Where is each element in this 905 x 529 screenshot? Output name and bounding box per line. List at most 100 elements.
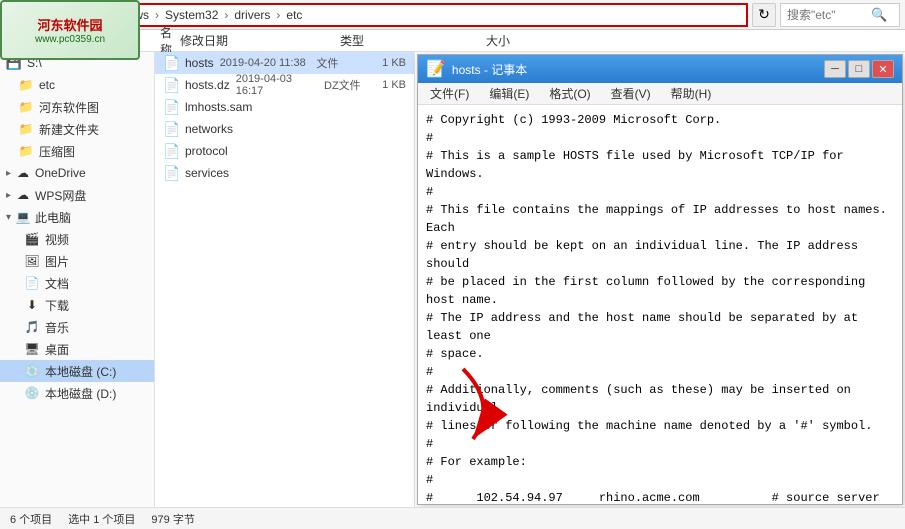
search-icon[interactable]: 🔍 xyxy=(871,7,887,23)
watermark-title: 河东软件园 xyxy=(37,15,102,34)
sidebar-item-onedrive[interactable]: ▸ ☁ OneDrive xyxy=(0,162,154,184)
notepad-text: # Copyright (c) 1993-2009 Microsoft Corp… xyxy=(426,111,894,504)
computer-icon: 💻 xyxy=(15,209,31,225)
sidebar-item-etc[interactable]: 📁 etc xyxy=(0,74,154,96)
sidebar-item-new-folder[interactable]: 📁 新建文件夹 xyxy=(0,118,154,140)
sidebar-item-video[interactable]: 🎬 视频 xyxy=(0,228,154,250)
sidebar-label-d: 本地磁盘 (D:) xyxy=(45,385,116,402)
file-name-services: services xyxy=(185,166,406,180)
file-icon-services: 📄 xyxy=(163,165,179,182)
sidebar-item-c-drive[interactable]: 💿 本地磁盘 (C:) xyxy=(0,360,154,382)
sep-2: › xyxy=(155,8,159,22)
expand-arrow: ▸ xyxy=(6,168,11,179)
sidebar: 💾 S:\ 📁 etc 📁 河东软件图 📁 新建文件夹 📁 压缩图 ▸ ☁ xyxy=(0,52,155,507)
folder-icon-pictures: 🖼 xyxy=(24,253,40,269)
folder-icon-music: 🎵 xyxy=(24,319,40,335)
file-item-hosts-dz[interactable]: 📄 hosts.dz 2019-04-03 16:17 DZ文件 1 KB xyxy=(155,74,414,96)
sidebar-item-d-drive[interactable]: 💿 本地磁盘 (D:) xyxy=(0,382,154,404)
drive-icon-d: 💿 xyxy=(24,385,40,401)
notepad-window: 📝 hosts - 记事本 ─ □ ✕ 文件(F) 编辑(E) 格式(O) 查看… xyxy=(417,54,903,505)
expand-arrow-thispc: ▾ xyxy=(6,212,11,223)
sidebar-label-downloads: 下载 xyxy=(45,297,69,314)
file-type-hosts-dz: DZ文件 xyxy=(324,77,368,93)
watermark-url: www.pc0359.cn xyxy=(35,34,105,45)
file-item-protocol[interactable]: 📄 protocol xyxy=(155,140,414,162)
sidebar-label-pictures: 图片 xyxy=(45,253,69,270)
notepad-titlebar: 📝 hosts - 记事本 ─ □ ✕ xyxy=(418,55,902,83)
status-file-size: 979 字节 xyxy=(151,511,194,527)
refresh-button[interactable]: ↻ xyxy=(752,3,776,27)
menu-edit[interactable]: 编辑(E) xyxy=(485,84,533,103)
file-name-hosts: hosts xyxy=(185,56,214,70)
expand-arrow-wps: ▸ xyxy=(6,190,11,201)
menu-file[interactable]: 文件(F) xyxy=(426,84,473,103)
file-name-protocol: protocol xyxy=(185,144,406,158)
file-icon-networks: 📄 xyxy=(163,121,179,138)
path-part-3[interactable]: System32 xyxy=(165,8,218,22)
menu-view[interactable]: 查看(V) xyxy=(607,84,655,103)
col-size-header[interactable]: 大小 xyxy=(440,32,520,49)
file-item-services[interactable]: 📄 services xyxy=(155,162,414,184)
sidebar-label-documents: 文档 xyxy=(45,275,69,292)
menu-help[interactable]: 帮助(H) xyxy=(667,84,716,103)
folder-icon-docs: 📄 xyxy=(24,275,40,291)
file-name-networks: networks xyxy=(185,122,406,136)
col-type-header[interactable]: 类型 xyxy=(340,32,440,49)
sidebar-label-new: 新建文件夹 xyxy=(39,121,99,138)
sidebar-item-hedong[interactable]: 📁 河东软件图 xyxy=(0,96,154,118)
sidebar-label-etc: etc xyxy=(39,78,55,92)
file-icon-hosts-dz: 📄 xyxy=(163,77,179,94)
folder-icon-video: 🎬 xyxy=(24,231,40,247)
sidebar-item-pictures[interactable]: 🖼 图片 xyxy=(0,250,154,272)
file-item-networks[interactable]: 📄 networks xyxy=(155,118,414,140)
file-name-lmhosts: lmhosts.sam xyxy=(185,100,406,114)
folder-icon-compress: 📁 xyxy=(18,143,34,159)
file-date-hosts: 2019-04-20 11:38 xyxy=(220,57,311,69)
sidebar-label-onedrive: OneDrive xyxy=(35,166,86,180)
file-list: 📄 hosts 2019-04-20 11:38 文件 1 KB 📄 hosts… xyxy=(155,52,415,507)
detected-text-thes: thes xyxy=(671,383,700,397)
folder-icon-new: 📁 xyxy=(18,121,34,137)
sidebar-item-thispc[interactable]: ▾ 💻 此电脑 xyxy=(0,206,154,228)
watermark: 河东软件园 www.pc0359.cn xyxy=(0,0,140,60)
cloud-icon-wps: ☁ xyxy=(15,187,31,203)
file-item-hosts[interactable]: 📄 hosts 2019-04-20 11:38 文件 1 KB xyxy=(155,52,414,74)
status-bar: 6 个项目 选中 1 个项目 979 字节 xyxy=(0,507,905,529)
file-name-hosts-dz: hosts.dz xyxy=(185,78,230,92)
notepad-title: hosts - 记事本 xyxy=(452,61,818,78)
search-input[interactable] xyxy=(787,8,867,22)
col-date-header[interactable]: 修改日期 xyxy=(180,32,340,49)
maximize-button[interactable]: □ xyxy=(848,60,870,78)
notepad-controls: ─ □ ✕ xyxy=(824,60,894,78)
notepad-content[interactable]: # Copyright (c) 1993-2009 Microsoft Corp… xyxy=(418,105,902,504)
cloud-icon-onedrive: ☁ xyxy=(15,165,31,181)
minimize-button[interactable]: ─ xyxy=(824,60,846,78)
sidebar-label-desktop: 桌面 xyxy=(45,341,69,358)
file-size-hosts: 1 KB xyxy=(371,57,406,69)
sidebar-label-compress: 压缩图 xyxy=(39,143,75,160)
sidebar-label-music: 音乐 xyxy=(45,319,69,336)
notepad-menubar: 文件(F) 编辑(E) 格式(O) 查看(V) 帮助(H) xyxy=(418,83,902,105)
search-box[interactable]: 🔍 xyxy=(780,3,900,27)
folder-icon-etc: 📁 xyxy=(18,77,34,93)
sidebar-label-thispc: 此电脑 xyxy=(35,209,71,226)
sidebar-item-compress[interactable]: 📁 压缩图 xyxy=(0,140,154,162)
menu-format[interactable]: 格式(O) xyxy=(545,84,594,103)
sidebar-item-music[interactable]: 🎵 音乐 xyxy=(0,316,154,338)
path-part-4[interactable]: drivers xyxy=(234,8,270,22)
sidebar-label-video: 视频 xyxy=(45,231,69,248)
sidebar-item-wps[interactable]: ▸ ☁ WPS网盘 xyxy=(0,184,154,206)
folder-icon-dl: ⬇ xyxy=(24,297,40,313)
sidebar-item-downloads[interactable]: ⬇ 下载 xyxy=(0,294,154,316)
sidebar-item-desktop[interactable]: 🖥 桌面 xyxy=(0,338,154,360)
sidebar-item-documents[interactable]: 📄 文档 xyxy=(0,272,154,294)
path-part-5[interactable]: etc xyxy=(286,8,302,22)
file-icon-protocol: 📄 xyxy=(163,143,179,160)
sep-4: › xyxy=(276,8,280,22)
folder-icon-hedong: 📁 xyxy=(18,99,34,115)
close-button[interactable]: ✕ xyxy=(872,60,894,78)
file-item-lmhosts[interactable]: 📄 lmhosts.sam xyxy=(155,96,414,118)
status-items-count: 6 个项目 xyxy=(10,511,52,527)
file-size-hosts-dz: 1 KB xyxy=(374,79,406,91)
main-content: 💾 S:\ 📁 etc 📁 河东软件图 📁 新建文件夹 📁 压缩图 ▸ ☁ xyxy=(0,52,905,507)
